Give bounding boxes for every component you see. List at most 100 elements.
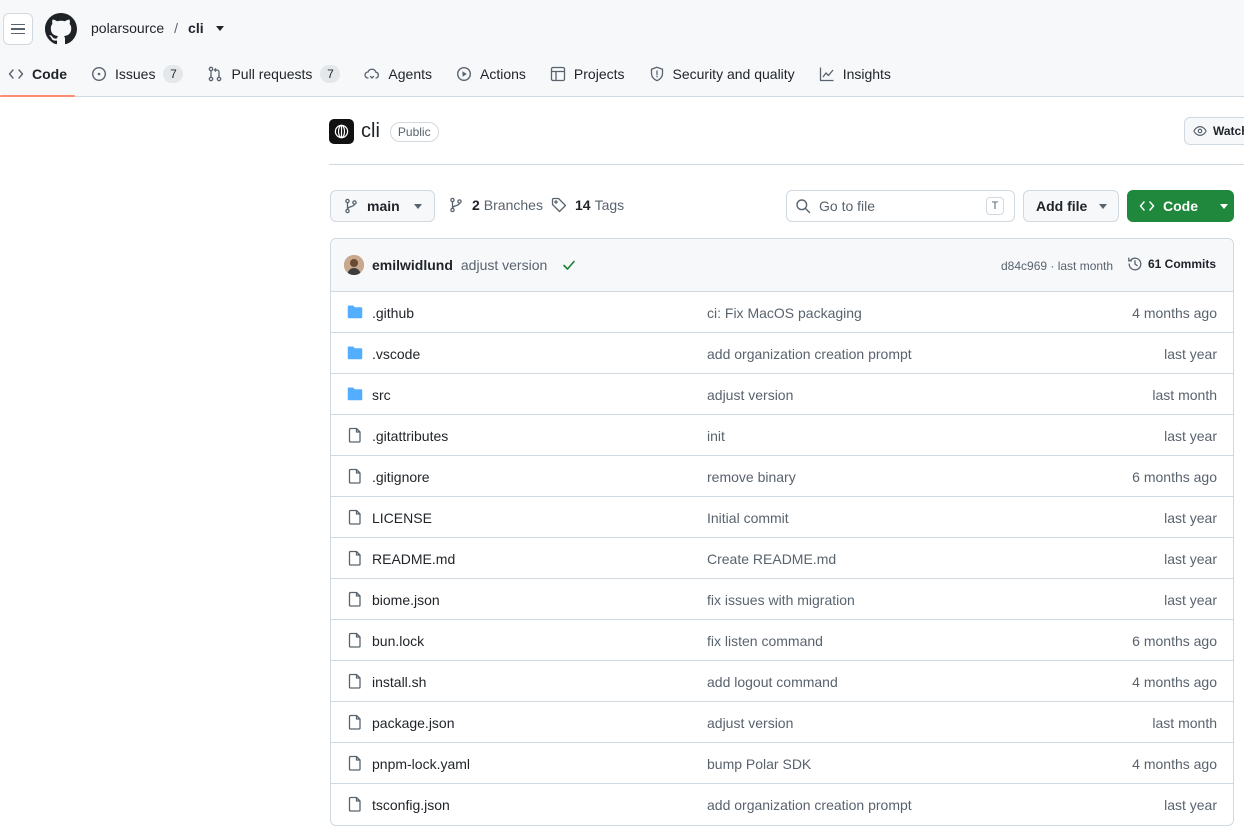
file-commit-message[interactable]: Initial commit — [707, 510, 789, 526]
file-icon — [348, 468, 361, 484]
file-name[interactable]: install.sh — [372, 674, 426, 690]
tab-issues[interactable]: Issues 7 — [83, 56, 191, 92]
file-commit-date: 4 months ago — [1132, 756, 1217, 772]
file-name[interactable]: .vscode — [372, 346, 420, 362]
file-commit-date: 4 months ago — [1132, 305, 1217, 321]
app-header: polarsource / cli Code Issues 7 Pull req… — [0, 0, 1244, 97]
file-row[interactable]: pnpm-lock.yaml bump Polar SDK 4 months ago — [331, 743, 1233, 784]
github-logo-icon[interactable] — [45, 13, 77, 45]
commit-hash-and-time[interactable]: d84c969 · last month — [1001, 259, 1113, 273]
file-commit-message[interactable]: add organization creation prompt — [707, 346, 912, 362]
file-commit-message[interactable]: adjust version — [707, 715, 793, 731]
tab-pull-requests[interactable]: Pull requests 7 — [199, 56, 348, 92]
file-row[interactable]: package.json adjust version last month — [331, 702, 1233, 743]
file-name[interactable]: tsconfig.json — [372, 797, 450, 813]
file-commit-message[interactable]: remove binary — [707, 469, 796, 485]
file-row[interactable]: biome.json fix issues with migration last … — [331, 579, 1233, 620]
eye-icon — [1193, 126, 1207, 136]
issue-icon — [91, 66, 107, 82]
add-file-button[interactable]: Add file — [1023, 190, 1119, 222]
file-row[interactable]: install.sh add logout command 4 months ago — [331, 661, 1233, 702]
file-row[interactable]: LICENSE Initial commit last year — [331, 497, 1233, 538]
file-icon — [348, 632, 361, 648]
commit-author[interactable]: emilwidlund — [372, 257, 453, 273]
breadcrumb-separator: / — [174, 20, 179, 36]
file-commit-message[interactable]: add logout command — [707, 674, 838, 690]
tab-code[interactable]: Code — [0, 56, 75, 97]
watch-button[interactable]: Watch — [1184, 117, 1244, 145]
code-button[interactable]: Code — [1127, 190, 1234, 222]
tab-agents[interactable]: Agents — [356, 56, 440, 92]
latest-commit-bar: emilwidlund adjust version d84c969 · las… — [331, 239, 1233, 292]
file-list: .github ci: Fix MacOS packaging 4 months a… — [331, 292, 1233, 825]
file-name[interactable]: LICENSE — [372, 510, 432, 526]
branches-link[interactable]: 2 Branches — [448, 197, 543, 213]
file-commit-message[interactable]: Create README.md — [707, 551, 836, 567]
file-commit-message[interactable]: fix listen command — [707, 633, 823, 649]
file-browser: emilwidlund adjust version d84c969 · las… — [330, 238, 1234, 826]
file-name[interactable]: .github — [372, 305, 414, 321]
file-commit-message[interactable]: ci: Fix MacOS packaging — [707, 305, 862, 321]
file-row[interactable]: bun.lock fix listen command 6 months ago — [331, 620, 1233, 661]
chevron-down-icon — [1099, 203, 1108, 209]
tab-projects[interactable]: Projects — [542, 56, 633, 92]
check-icon[interactable] — [561, 257, 577, 273]
header-divider — [329, 164, 1244, 165]
breadcrumb-owner[interactable]: polarsource — [91, 20, 164, 36]
file-name[interactable]: .gitignore — [372, 469, 430, 485]
tag-icon — [551, 197, 567, 213]
file-commit-date: last year — [1164, 797, 1217, 813]
tags-label: Tags — [594, 197, 625, 213]
tab-security-and-quality[interactable]: Security and quality — [641, 56, 803, 92]
file-name[interactable]: .gitattributes — [372, 428, 448, 444]
file-row[interactable]: src adjust version last month — [331, 374, 1233, 415]
file-name[interactable]: README.md — [372, 551, 455, 567]
file-commit-message[interactable]: add organization creation prompt — [707, 797, 912, 813]
file-commit-date: last month — [1152, 715, 1217, 731]
file-name[interactable]: biome.json — [372, 592, 440, 608]
graph-icon — [819, 67, 834, 82]
avatar[interactable] — [344, 255, 364, 275]
pull-requests-count-badge: 7 — [320, 65, 341, 83]
file-row[interactable]: .vscode add organization creation prompt l… — [331, 333, 1233, 374]
go-to-file-search[interactable]: T — [786, 190, 1015, 222]
file-name[interactable]: bun.lock — [372, 633, 424, 649]
chevron-down-icon[interactable] — [215, 25, 224, 31]
repo-name[interactable]: cli — [361, 120, 380, 143]
code-icon — [8, 69, 24, 79]
code-icon — [1139, 201, 1155, 211]
file-name[interactable]: package.json — [372, 715, 455, 731]
branch-selector[interactable]: main — [330, 190, 435, 222]
file-commit-message[interactable]: init — [707, 428, 725, 444]
folder-icon — [347, 305, 363, 319]
commit-message[interactable]: adjust version — [461, 257, 547, 273]
menu-button[interactable] — [3, 13, 33, 45]
file-commit-message[interactable]: fix issues with migration — [707, 592, 855, 608]
tab-label: Issues — [115, 66, 156, 82]
branch-name: main — [367, 198, 400, 214]
file-row[interactable]: .gitattributes init last year — [331, 415, 1233, 456]
file-commit-message[interactable]: adjust version — [707, 387, 793, 403]
menu-icon-line — [11, 28, 25, 30]
file-commit-message[interactable]: bump Polar SDK — [707, 756, 811, 772]
file-name[interactable]: pnpm-lock.yaml — [372, 756, 470, 772]
file-commit-date: last year — [1164, 346, 1217, 362]
file-row[interactable]: README.md Create README.md last year — [331, 538, 1233, 579]
commits-history-link[interactable]: 61 Commits — [1127, 256, 1216, 272]
file-name[interactable]: src — [372, 387, 391, 403]
tags-count: 14 — [575, 197, 591, 213]
issues-count-badge: 7 — [163, 65, 184, 83]
tab-label: Projects — [573, 66, 625, 82]
folder-icon — [347, 346, 363, 360]
chevron-down-icon — [413, 203, 422, 209]
file-icon — [348, 591, 361, 607]
tab-insights[interactable]: Insights — [811, 56, 899, 92]
breadcrumb-repo[interactable]: cli — [188, 20, 204, 36]
go-to-file-input[interactable] — [819, 198, 969, 214]
repo-title-area: cli Public — [329, 119, 439, 144]
file-row[interactable]: .github ci: Fix MacOS packaging 4 months a… — [331, 292, 1233, 333]
file-row[interactable]: .gitignore remove binary 6 months ago — [331, 456, 1233, 497]
tags-link[interactable]: 14 Tags — [551, 197, 624, 213]
tab-actions[interactable]: Actions — [448, 56, 534, 92]
file-row[interactable]: tsconfig.json add organization creation p… — [331, 784, 1233, 825]
